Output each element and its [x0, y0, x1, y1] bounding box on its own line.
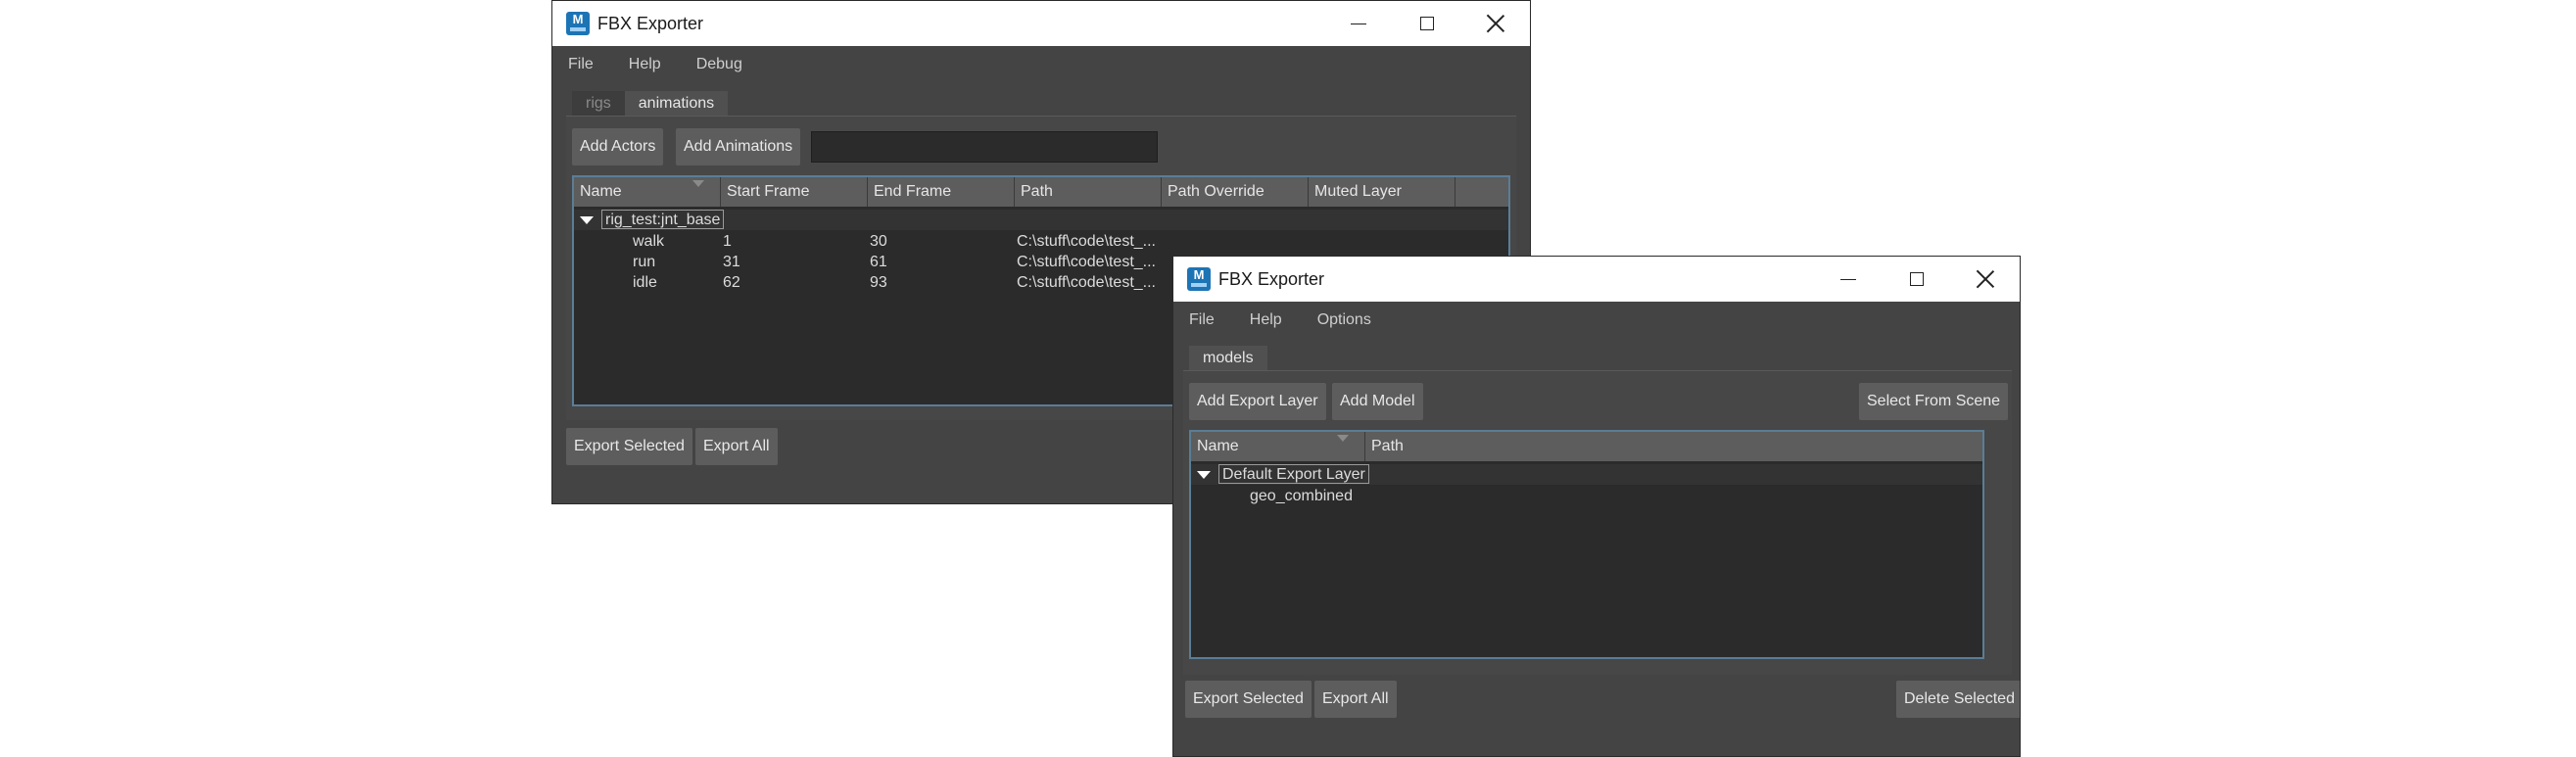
menu-bar: File Help Options	[1183, 306, 1401, 335]
column-start-frame[interactable]: Start Frame	[721, 177, 868, 207]
column-muted-layer[interactable]: Muted Layer	[1309, 177, 1455, 207]
column-end-frame[interactable]: End Frame	[868, 177, 1015, 207]
sort-indicator-icon	[1337, 435, 1349, 442]
export-all-button[interactable]: Export All	[695, 428, 778, 465]
column-name[interactable]: Name	[1191, 432, 1365, 461]
row-start-frame: 62	[723, 274, 740, 291]
close-icon	[1976, 269, 1995, 289]
add-animations-button[interactable]: Add Animations	[676, 128, 801, 166]
row-start-frame: 1	[723, 233, 732, 250]
maya-app-icon	[566, 12, 590, 35]
delete-selected-button[interactable]: Delete Selected	[1896, 681, 2020, 718]
expand-arrow-icon[interactable]	[580, 216, 594, 224]
title-bar[interactable]: FBX Exporter	[1173, 257, 2020, 302]
menu-bar: File Help Debug	[562, 50, 772, 79]
export-selected-button[interactable]: Export Selected	[566, 428, 692, 465]
close-button[interactable]	[1951, 257, 2020, 302]
list-item[interactable]: geo_combined	[1191, 486, 1982, 506]
export-selected-button[interactable]: Export Selected	[1185, 681, 1312, 718]
sort-indicator-icon	[692, 180, 704, 187]
tree-parent-label: rig_test:jnt_base	[601, 210, 725, 229]
tree-parent-row[interactable]: Default Export Layer	[1191, 464, 1982, 485]
close-button[interactable]	[1461, 1, 1530, 46]
menu-help[interactable]: Help	[1244, 311, 1288, 329]
column-path[interactable]: Path	[1365, 432, 1982, 461]
row-name: geo_combined	[1250, 488, 1353, 504]
tree-parent-label: Default Export Layer	[1218, 464, 1369, 484]
maya-app-icon	[1187, 267, 1211, 291]
row-path: C:\stuff\code\test_...	[1017, 254, 1156, 270]
fbx-exporter-window-models: FBX Exporter File Help Options models Ad…	[1172, 256, 2021, 757]
models-panel: Add Export Layer Add Model Select From S…	[1183, 370, 2012, 675]
maximize-icon	[1420, 17, 1434, 30]
tree-header: Name Start Frame End Frame Path Path Ove…	[574, 177, 1508, 207]
row-path: C:\stuff\code\test_...	[1017, 233, 1156, 250]
maximize-icon	[1910, 272, 1924, 286]
tab-animations[interactable]: animations	[624, 91, 729, 117]
menu-file[interactable]: File	[1183, 311, 1220, 329]
menu-file[interactable]: File	[562, 56, 599, 73]
tab-rigs[interactable]: rigs	[572, 91, 625, 117]
add-model-button[interactable]: Add Model	[1332, 383, 1423, 420]
row-end-frame: 93	[870, 274, 887, 291]
add-actors-button[interactable]: Add Actors	[572, 128, 664, 166]
menu-options[interactable]: Options	[1312, 311, 1377, 329]
column-name[interactable]: Name	[574, 177, 721, 207]
row-path: C:\stuff\code\test_...	[1017, 274, 1156, 291]
add-export-layer-button[interactable]: Add Export Layer	[1189, 383, 1326, 420]
tab-bar: rigs animations	[572, 89, 729, 117]
list-item[interactable]: walk 1 30 C:\stuff\code\test_...	[574, 231, 1508, 252]
close-icon	[1486, 14, 1505, 33]
export-all-button[interactable]: Export All	[1314, 681, 1397, 718]
tab-bar: models	[1189, 344, 1267, 371]
tree-parent-row[interactable]: rig_test:jnt_base	[574, 210, 1508, 230]
tree-header: Name Path	[1191, 432, 1982, 461]
row-end-frame: 61	[870, 254, 887, 270]
row-start-frame: 31	[723, 254, 740, 270]
title-bar[interactable]: FBX Exporter	[552, 1, 1530, 46]
minimize-button[interactable]	[1814, 257, 1883, 302]
select-from-scene-button[interactable]: Select From Scene	[1859, 383, 2009, 420]
menu-help[interactable]: Help	[623, 56, 667, 73]
window-title: FBX Exporter	[1218, 268, 1325, 289]
row-name: idle	[633, 274, 657, 291]
column-name-label: Name	[580, 183, 622, 200]
window-title: FBX Exporter	[597, 13, 704, 33]
maximize-button[interactable]	[1883, 257, 1951, 302]
column-path[interactable]: Path	[1015, 177, 1162, 207]
search-input[interactable]	[811, 131, 1158, 163]
row-name: run	[633, 254, 656, 270]
tab-models[interactable]: models	[1189, 346, 1267, 371]
row-end-frame: 30	[870, 233, 887, 250]
row-name: walk	[633, 233, 665, 250]
menu-debug[interactable]: Debug	[691, 56, 748, 73]
export-layer-tree[interactable]: Name Path Default Export Layer geo_combi…	[1189, 430, 1984, 659]
minimize-button[interactable]	[1324, 1, 1393, 46]
expand-arrow-icon[interactable]	[1197, 471, 1211, 479]
column-path-override[interactable]: Path Override	[1162, 177, 1309, 207]
minimize-icon	[1840, 278, 1856, 280]
maximize-button[interactable]	[1393, 1, 1461, 46]
column-name-label: Name	[1197, 438, 1239, 454]
